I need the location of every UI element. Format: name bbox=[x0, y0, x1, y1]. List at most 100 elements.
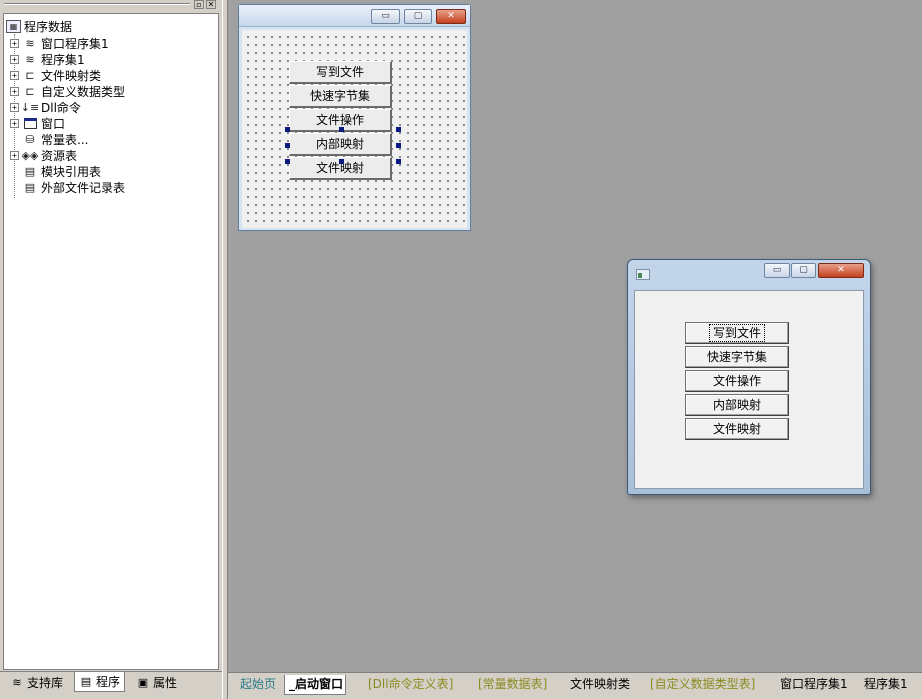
button-file-ops[interactable]: 文件操作 bbox=[685, 370, 789, 392]
tab-label: 支持库 bbox=[27, 675, 64, 690]
tab-label: 程序 bbox=[96, 675, 121, 689]
expand-icon[interactable]: + bbox=[10, 102, 19, 112]
constant-icon: ⛁ bbox=[25, 132, 35, 146]
tab-window-module[interactable]: 窗口程序集1 bbox=[776, 675, 850, 695]
tree-item-label: 常量表... bbox=[41, 132, 89, 147]
button-internal-map[interactable]: 内部映射 bbox=[685, 394, 789, 416]
tab-library[interactable]: ≋ 支持库 bbox=[6, 672, 68, 692]
design-button-fast-bytes[interactable]: 快速字节集 bbox=[289, 85, 392, 108]
button-write-file[interactable]: 写到文件 bbox=[685, 322, 789, 344]
tree-item-class[interactable]: + ⊏ 文件映射类 bbox=[10, 67, 101, 83]
expand-icon[interactable]: + bbox=[10, 70, 19, 80]
tab-label: 文件映射类 bbox=[570, 677, 631, 691]
design-window: ▭ ▢ ✕ 写到文件 快速字节集 文件操作 内部映射 文件映射 bbox=[238, 4, 471, 231]
tab-startup-window[interactable]: _启动窗口 bbox=[284, 675, 347, 695]
tab-start-page[interactable]: 起始页 bbox=[236, 675, 278, 695]
tab-constant-table[interactable]: [常量数据表] bbox=[474, 675, 549, 695]
datatype-icon: ⊏ bbox=[25, 84, 35, 98]
tab-program[interactable]: ▤ 程序 bbox=[74, 672, 126, 692]
resource-icon: ◈◈ bbox=[21, 148, 39, 162]
panel-splitter[interactable] bbox=[222, 0, 228, 699]
app-icon bbox=[636, 269, 650, 280]
tab-properties[interactable]: ▣ 属性 bbox=[132, 672, 182, 692]
running-window-client: 写到文件 快速字节集 文件操作 内部映射 文件映射 bbox=[634, 290, 864, 489]
tab-label: 起始页 bbox=[240, 677, 277, 691]
expand-icon[interactable]: + bbox=[10, 150, 19, 160]
tab-label: 窗口程序集1 bbox=[780, 677, 848, 691]
tree-item-label: 模块引用表 bbox=[41, 164, 102, 179]
tree-item-dll[interactable]: + ↓≡ Dll命令 bbox=[10, 99, 81, 115]
maximize-icon[interactable]: ▢ bbox=[404, 9, 432, 24]
panel-titlebar: ▫ ✕ bbox=[0, 0, 222, 9]
tab-datatype-table[interactable]: [自定义数据类型表] bbox=[646, 675, 757, 695]
button-label: 写到文件 bbox=[708, 324, 766, 342]
tree-item-label: 资源表 bbox=[41, 148, 78, 163]
selection-handle[interactable] bbox=[396, 127, 401, 132]
button-file-map[interactable]: 文件映射 bbox=[685, 418, 789, 440]
close-icon[interactable]: ✕ bbox=[818, 263, 864, 278]
dll-icon: ↓≡ bbox=[20, 100, 40, 114]
selection-handle[interactable] bbox=[285, 143, 290, 148]
tree-item-window[interactable]: + 窗口 bbox=[10, 115, 65, 131]
selection-handle[interactable] bbox=[339, 127, 344, 132]
expand-icon[interactable]: + bbox=[10, 54, 19, 64]
tree-item-constants[interactable]: ⛁ 常量表... bbox=[10, 131, 88, 147]
selection-handle[interactable] bbox=[396, 159, 401, 164]
tree-item-external-files[interactable]: ▤ 外部文件记录表 bbox=[10, 179, 125, 195]
tab-label: 程序集1 bbox=[864, 677, 908, 691]
tree-item-label: 外部文件记录表 bbox=[41, 180, 126, 195]
running-window-titlebar[interactable]: ▭ ▢ ✕ bbox=[628, 260, 870, 287]
tree-item-module-ref[interactable]: ▤ 模块引用表 bbox=[10, 163, 101, 179]
property-icon: ▣ bbox=[137, 675, 149, 689]
close-icon[interactable]: ✕ bbox=[436, 9, 466, 24]
window-icon bbox=[22, 117, 38, 130]
tab-label: _启动窗口 bbox=[289, 677, 344, 691]
minimize-icon[interactable]: ▭ bbox=[764, 263, 790, 278]
selection-handle[interactable] bbox=[396, 143, 401, 148]
tree-item-label: 窗口 bbox=[41, 116, 66, 131]
tab-file-map-class[interactable]: 文件映射类 bbox=[566, 675, 632, 695]
class-icon: ⊏ bbox=[25, 68, 35, 82]
program-data-icon: ▦ bbox=[6, 19, 21, 33]
design-button-write-file[interactable]: 写到文件 bbox=[289, 61, 392, 84]
tab-dll-table[interactable]: [Dll命令定义表] bbox=[364, 675, 455, 695]
editor-tabs: 起始页 _启动窗口 [Dll命令定义表] [常量数据表] 文件映射类 [自定义数… bbox=[228, 672, 922, 699]
tree-item-datatype[interactable]: + ⊏ 自定义数据类型 bbox=[10, 83, 125, 99]
tree-item-window-module[interactable]: + ≋ 窗口程序集1 bbox=[10, 35, 109, 51]
tab-label: [常量数据表] bbox=[478, 677, 548, 691]
expand-icon[interactable]: + bbox=[10, 86, 19, 96]
tab-module[interactable]: 程序集1 bbox=[860, 675, 910, 695]
panel-close-button[interactable]: ✕ bbox=[206, 0, 216, 9]
design-window-titlebar[interactable]: ▭ ▢ ✕ bbox=[239, 5, 470, 27]
panel-grip[interactable] bbox=[4, 3, 190, 5]
tab-label: [Dll命令定义表] bbox=[368, 677, 454, 691]
maximize-icon[interactable]: ▢ bbox=[791, 263, 816, 278]
left-panel-tabs: ≋ 支持库 ▤ 程序 ▣ 属性 bbox=[0, 671, 222, 699]
tree-item-label: 文件映射类 bbox=[41, 68, 102, 83]
minimize-icon[interactable]: ▭ bbox=[371, 9, 400, 24]
expand-icon[interactable]: + bbox=[10, 118, 19, 128]
program-tree[interactable]: ▦ 程序数据 + ≋ 窗口程序集1 + ≋ 程序集1 + ⊏ 文件映射类 + ⊏… bbox=[3, 13, 219, 670]
selection-handle[interactable] bbox=[285, 159, 290, 164]
panel-restore-button[interactable]: ▫ bbox=[194, 0, 204, 9]
button-fast-bytes[interactable]: 快速字节集 bbox=[685, 346, 789, 368]
expand-icon[interactable]: + bbox=[10, 38, 19, 48]
design-button-internal-map[interactable]: 内部映射 bbox=[289, 133, 392, 156]
tree-item-label: 程序集1 bbox=[41, 52, 85, 67]
running-window: ▭ ▢ ✕ 写到文件 快速字节集 文件操作 内部映射 文件映射 bbox=[627, 259, 871, 495]
tree-item-label: Dll命令 bbox=[41, 100, 81, 115]
tree-item-module[interactable]: + ≋ 程序集1 bbox=[10, 51, 85, 67]
left-panel: ▫ ✕ ▦ 程序数据 + ≋ 窗口程序集1 + ≋ 程序集1 + ⊏ 文件映射类… bbox=[0, 0, 222, 699]
tree-root[interactable]: ▦ 程序数据 bbox=[6, 18, 72, 34]
program-icon: ▤ bbox=[80, 675, 92, 688]
external-file-icon: ▤ bbox=[24, 180, 36, 194]
design-canvas[interactable]: 写到文件 快速字节集 文件操作 内部映射 文件映射 bbox=[242, 30, 467, 228]
library-icon: ≋ bbox=[12, 675, 22, 689]
tree-item-resources[interactable]: + ◈◈ 资源表 bbox=[10, 147, 77, 163]
selection-handle[interactable] bbox=[285, 127, 290, 132]
selection-handle[interactable] bbox=[339, 159, 344, 164]
module-ref-icon: ▤ bbox=[24, 164, 36, 178]
